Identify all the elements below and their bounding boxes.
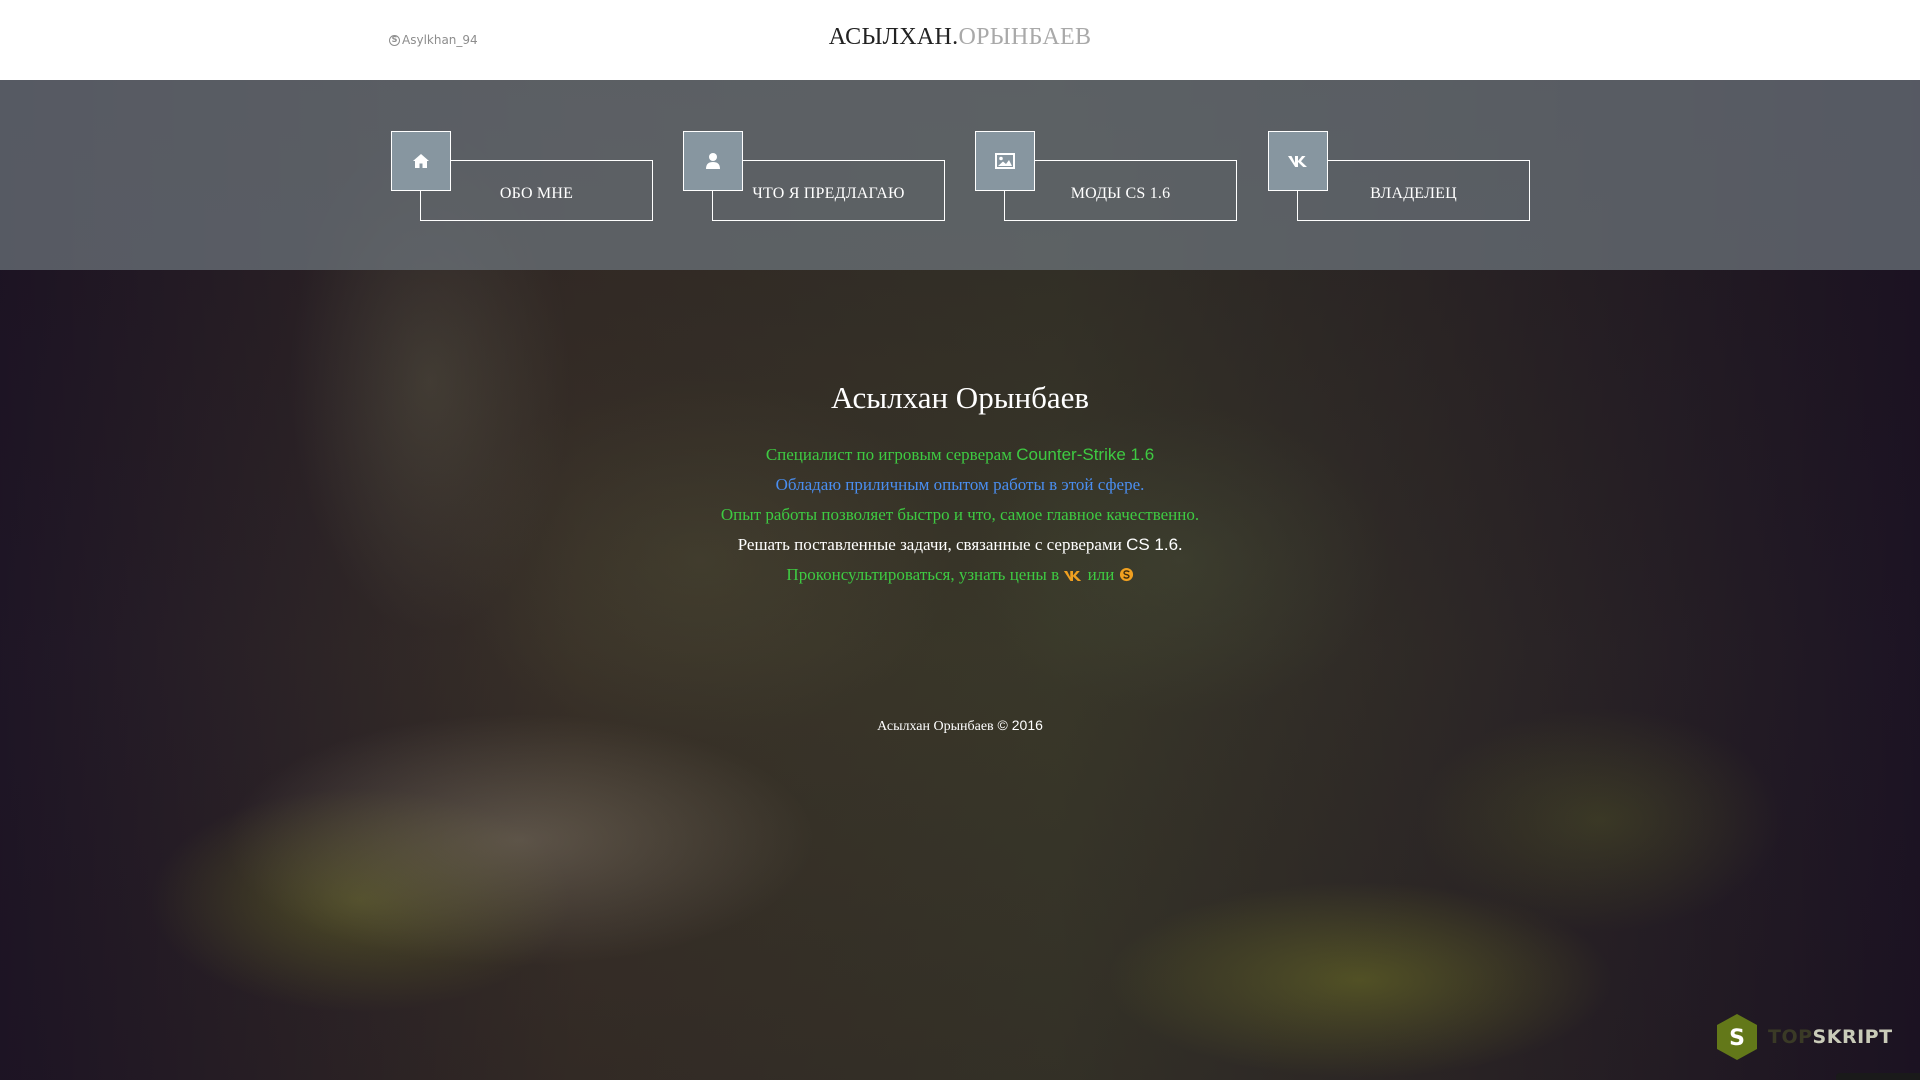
site-brand[interactable]: АСЫЛХАН.ОРЫНБАЕВ <box>0 24 1920 51</box>
intro-line-specialist: Специалист по игровым серверам Counter-S… <box>765 445 1155 464</box>
main-content: Асылхан Орынбаев Специалист по игровым с… <box>0 378 1920 592</box>
nav-item-owner[interactable]: ВЛАДЕЛЕЦ <box>1268 131 1530 221</box>
intro-line-consult: Проконсультироваться, узнать цены в или <box>0 560 1920 592</box>
intro-text: Специалист по игровым серверам Counter-S… <box>0 440 1920 592</box>
watermark-text: TOPSKRIPT <box>1768 1026 1893 1048</box>
nav-label-mods: МОДЫ CS 1.6 <box>1004 160 1237 221</box>
footer-copyright: Асылхан Орынбаев © 2016 <box>0 717 1920 735</box>
intro-line-experience: Обладаю приличным опытом работы в этой с… <box>775 475 1145 494</box>
brand-first-name: АСЫЛХАН <box>828 24 953 50</box>
brand-last-name: ОРЫНБАЕВ <box>958 24 1092 50</box>
nav-label-owner: ВЛАДЕЛЕЦ <box>1297 160 1530 221</box>
intro-line-tasks: Решать поставленные задачи, связанные с … <box>737 535 1183 554</box>
nav-item-mods[interactable]: МОДЫ CS 1.6 <box>975 131 1237 221</box>
vk-icon <box>1064 570 1082 581</box>
skype-icon <box>1119 567 1133 582</box>
nav-item-offer[interactable]: ЧТО Я ПРЕДЛАГАЮ <box>683 131 945 221</box>
nav-label-offer: ЧТО Я ПРЕДЛАГАЮ <box>712 160 945 221</box>
user-icon <box>706 153 720 169</box>
main-navigation: ОБО МНЕ ЧТО Я ПРЕДЛАГАЮ МОДЫ CS 1.6 ВЛАД… <box>0 80 1920 270</box>
home-icon <box>413 154 429 168</box>
footer-year: © 2016 <box>993 717 1043 733</box>
watermark: S TOPSKRIPT <box>1712 1012 1893 1062</box>
footer-author: Асылхан Орынбаев <box>877 719 994 734</box>
svg-text:S: S <box>1729 1026 1745 1051</box>
nav-item-about[interactable]: ОБО МНЕ <box>391 131 653 221</box>
corner-tab <box>1836 1073 1920 1080</box>
page-title: Асылхан Орынбаев <box>830 380 1090 415</box>
nav-icon-box <box>975 131 1035 191</box>
vk-icon <box>1288 156 1307 167</box>
topskript-logo-icon: S <box>1717 1014 1757 1060</box>
skype-contact-icon-link[interactable] <box>1119 562 1134 592</box>
top-header: S Asylkhan_94 АСЫЛХАН.ОРЫНБАЕВ <box>0 0 1920 80</box>
image-icon <box>995 153 1015 169</box>
intro-line-quality: Опыт работы позволяет быстро и что, само… <box>720 505 1200 524</box>
game-short-name: CS 1.6 <box>1126 535 1179 554</box>
game-name: Counter-Strike 1.6 <box>1016 445 1155 464</box>
nav-icon-box <box>683 131 743 191</box>
nav-label-about: ОБО МНЕ <box>420 160 653 221</box>
nav-icon-box <box>391 131 451 191</box>
nav-icon-box <box>1268 131 1328 191</box>
vk-contact-link[interactable] <box>1063 562 1083 592</box>
